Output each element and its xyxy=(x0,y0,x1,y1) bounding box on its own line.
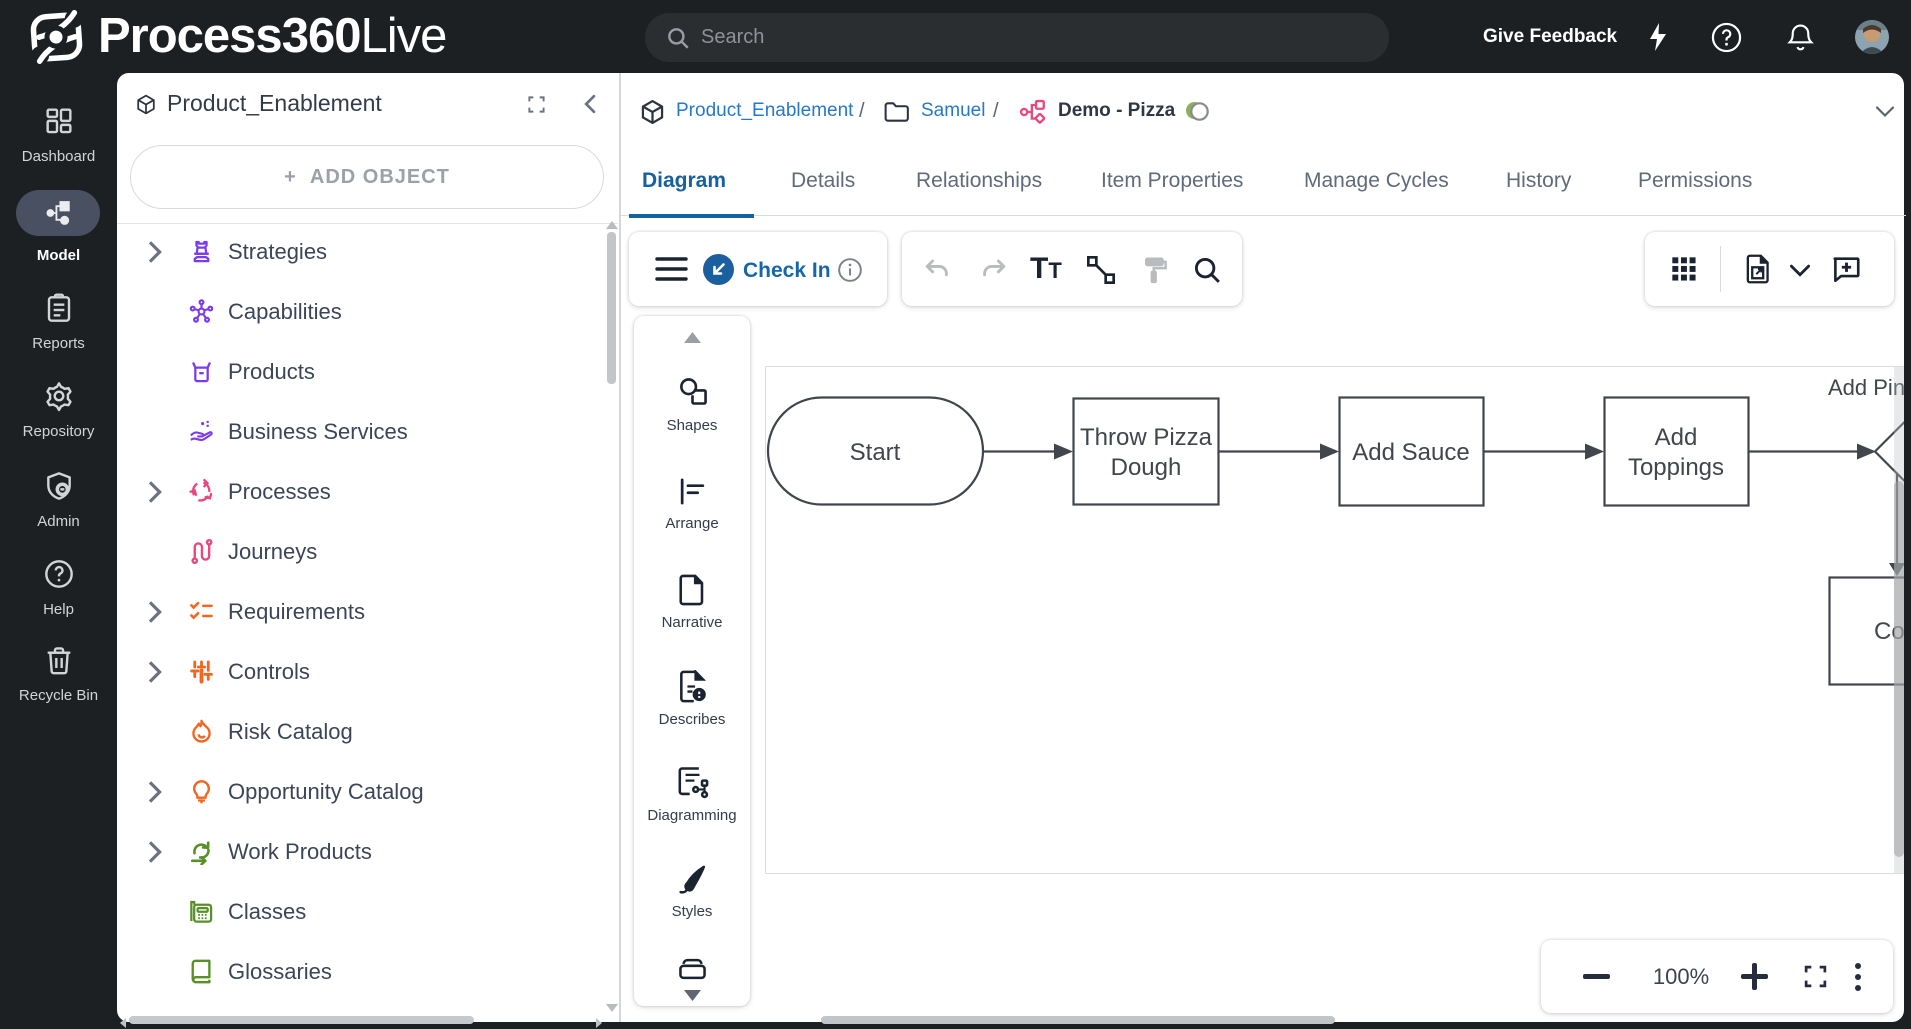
svg-text:Start: Start xyxy=(850,439,901,466)
svg-text:Dough: Dough xyxy=(1111,454,1182,481)
svg-text:Add Pineap: Add Pineap xyxy=(1828,375,1904,400)
svg-text:Add Sauce: Add Sauce xyxy=(1352,439,1469,466)
svg-text:Add: Add xyxy=(1655,424,1698,451)
svg-text:Throw Pizza: Throw Pizza xyxy=(1080,424,1213,451)
svg-text:Toppings: Toppings xyxy=(1628,454,1724,481)
